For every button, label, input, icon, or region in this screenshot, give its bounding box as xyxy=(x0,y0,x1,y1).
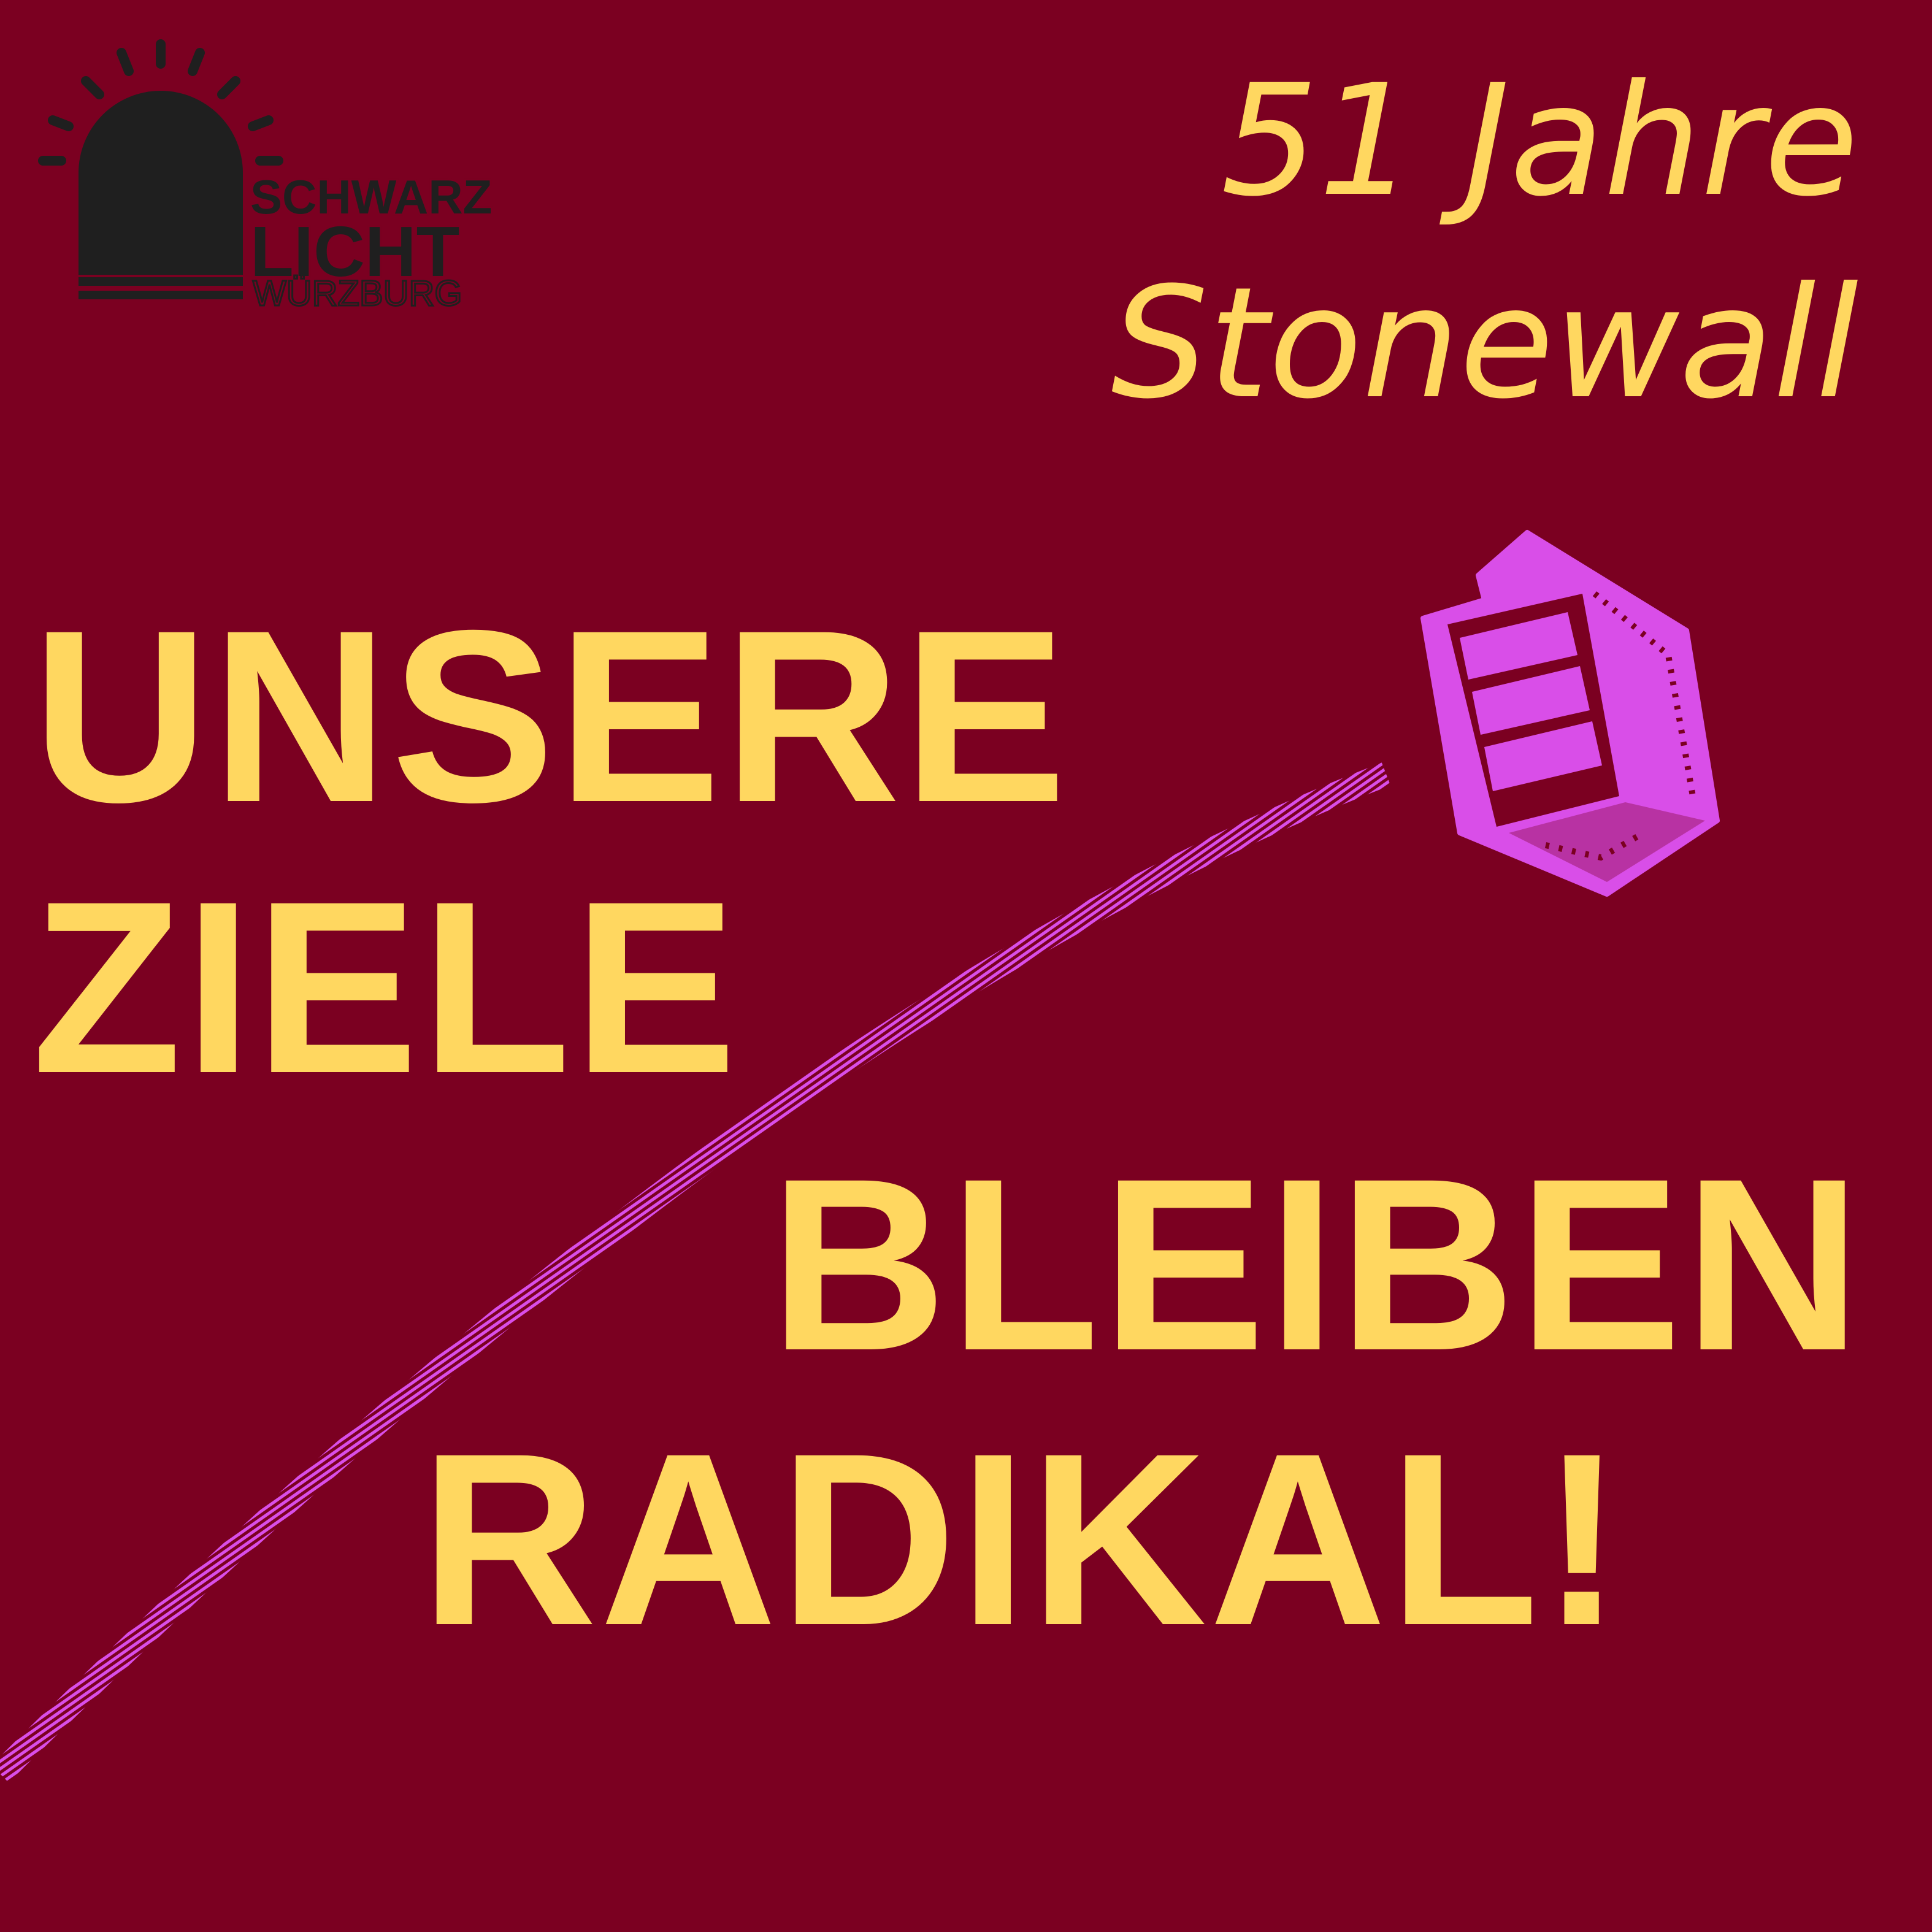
headline-line-1: UNSERE xyxy=(32,579,1069,853)
anniversary-line-1: 51 Jahre xyxy=(1221,52,1858,230)
headline-line-4: RADIKAL! xyxy=(420,1402,1626,1676)
siren-dome xyxy=(79,91,243,275)
anniversary-line-2: Stonewall xyxy=(1111,254,1858,432)
brick-icon xyxy=(1420,530,1720,897)
logo-line-3: WÜRZBURG xyxy=(253,274,462,313)
logo: SCHWARZ LICHT WÜRZBURG xyxy=(38,39,494,315)
headline-line-3: BLEIBEN xyxy=(770,1127,1864,1401)
headline-line-2: ZIELE xyxy=(32,850,740,1124)
